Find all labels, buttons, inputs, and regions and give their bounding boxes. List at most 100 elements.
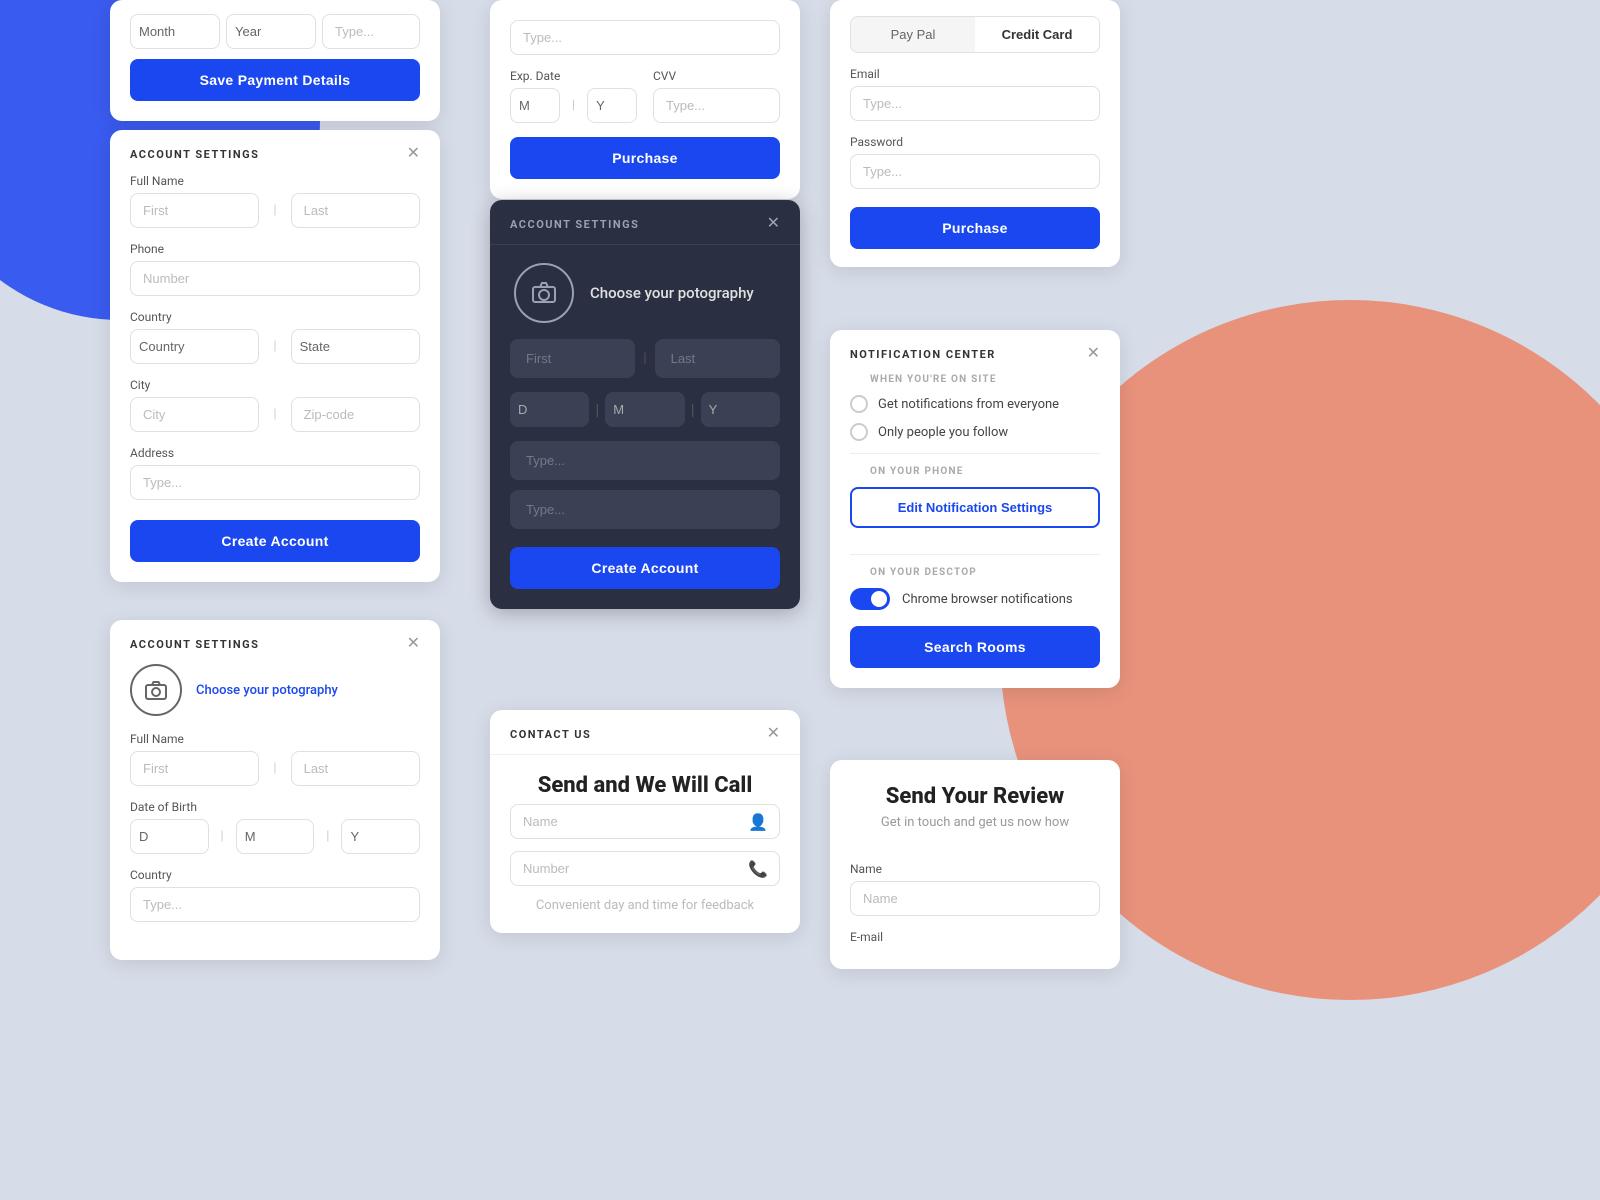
chrome-toggle[interactable] bbox=[850, 588, 890, 610]
on-phone-label: ON YOUR PHONE bbox=[850, 466, 1100, 477]
photo-label-dark: Choose your potography bbox=[590, 284, 754, 302]
convenient-text: Convenient day and time for feedback bbox=[510, 898, 780, 913]
last-name-input[interactable] bbox=[291, 193, 420, 228]
phone-icon: 📞 bbox=[748, 859, 768, 878]
card-type-input[interactable] bbox=[322, 14, 420, 49]
first-name-input[interactable] bbox=[130, 193, 259, 228]
on-site-label: WHEN YOU'RE ON SITE bbox=[850, 374, 1100, 385]
address-input[interactable] bbox=[130, 465, 420, 500]
purchase-button-center[interactable]: Purchase bbox=[510, 137, 780, 179]
contact-us-card: CONTACT US ✕ Send and We Will Call 👤 📞 C… bbox=[490, 710, 800, 933]
account-settings2-title: ACCOUNT SETTINGS bbox=[130, 638, 259, 651]
photo-label-2: Choose your potography bbox=[196, 683, 338, 698]
first-name-input-2[interactable] bbox=[130, 751, 259, 786]
dark-type-input-2[interactable] bbox=[510, 490, 780, 529]
paypal-tab[interactable]: Pay Pal bbox=[851, 17, 975, 52]
review-name-input[interactable] bbox=[850, 881, 1100, 916]
country-label-2: Country bbox=[130, 868, 420, 882]
country-separator: | bbox=[273, 329, 276, 364]
cvv-input[interactable] bbox=[653, 88, 780, 123]
review-subtitle: Get in touch and get us now how bbox=[850, 815, 1100, 830]
dob-label: Date of Birth bbox=[130, 800, 420, 814]
state-select[interactable]: State bbox=[291, 329, 420, 364]
contact-number-input[interactable] bbox=[510, 851, 780, 886]
account-settings-dark-close[interactable]: ✕ bbox=[767, 216, 780, 232]
account-settings-white2-card: ACCOUNT SETTINGS ✕ Choose your potograph… bbox=[110, 620, 440, 960]
email-label-right: Email bbox=[850, 67, 1100, 81]
exp-year-select[interactable]: Y bbox=[587, 88, 637, 123]
credit-card-tab[interactable]: Credit Card bbox=[975, 17, 1099, 52]
month-select-2[interactable]: M bbox=[236, 819, 315, 854]
exp-date-label: Exp. Date bbox=[510, 69, 637, 83]
contact-heading: Send and We Will Call bbox=[510, 773, 780, 798]
name-sep-2: | bbox=[273, 751, 276, 786]
camera-icon-dark bbox=[514, 263, 574, 323]
dark-last-name[interactable] bbox=[655, 339, 780, 378]
radio-circle-1 bbox=[850, 395, 868, 413]
account-settings-close[interactable]: ✕ bbox=[407, 146, 420, 162]
chrome-label: Chrome browser notifications bbox=[902, 592, 1073, 607]
create-account-dark-button[interactable]: Create Account bbox=[510, 547, 780, 589]
payment-right-card: Pay Pal Credit Card Email Password Purch… bbox=[830, 0, 1120, 267]
on-desktop-label: ON YOUR DESCTOP bbox=[850, 567, 1100, 578]
account-settings-dark-title: ACCOUNT SETTINGS bbox=[510, 218, 639, 231]
cvv-label: CVV bbox=[653, 69, 780, 83]
year-select[interactable]: Year bbox=[226, 14, 316, 49]
save-payment-button[interactable]: Save Payment Details bbox=[130, 59, 420, 101]
address-label: Address bbox=[130, 446, 420, 460]
country-select[interactable]: Country bbox=[130, 329, 259, 364]
radio-label-2: Only people you follow bbox=[878, 425, 1008, 440]
city-input[interactable] bbox=[130, 397, 259, 432]
photo-picker-2[interactable]: Choose your potography bbox=[110, 664, 440, 716]
email-input-right[interactable] bbox=[850, 86, 1100, 121]
radio-circle-2 bbox=[850, 423, 868, 441]
full-name-label-2: Full Name bbox=[130, 732, 420, 746]
password-label-right: Password bbox=[850, 135, 1100, 149]
account-settings-title: ACCOUNT SETTINGS bbox=[130, 148, 259, 161]
purchase-button-right[interactable]: Purchase bbox=[850, 207, 1100, 249]
phone-input[interactable] bbox=[130, 261, 420, 296]
city-label: City bbox=[130, 378, 420, 392]
review-heading: Send Your Review bbox=[850, 784, 1100, 809]
contact-us-title: CONTACT US bbox=[510, 728, 591, 741]
year-select-2[interactable]: Y bbox=[341, 819, 420, 854]
dark-day-select[interactable]: D bbox=[510, 392, 589, 427]
exp-month-select[interactable]: M bbox=[510, 88, 560, 123]
dark-month-select[interactable]: M bbox=[605, 392, 684, 427]
send-review-card: Send Your Review Get in touch and get us… bbox=[830, 760, 1120, 969]
notification-center-card: NOTIFICATION CENTER ✕ WHEN YOU'RE ON SIT… bbox=[830, 330, 1120, 688]
country-type-input[interactable] bbox=[130, 887, 420, 922]
account-settings2-close[interactable]: ✕ bbox=[407, 636, 420, 652]
photo-picker-dark[interactable]: Choose your potography bbox=[490, 245, 800, 339]
radio-follow[interactable]: Only people you follow bbox=[850, 423, 1100, 441]
contact-us-close[interactable]: ✕ bbox=[767, 726, 780, 742]
payment-center-card: Exp. Date M | Y CVV Purchase bbox=[490, 0, 800, 199]
phone-label: Phone bbox=[130, 242, 420, 256]
radio-everyone[interactable]: Get notifications from everyone bbox=[850, 395, 1100, 413]
month-select[interactable]: Month bbox=[130, 14, 220, 49]
edit-notification-button[interactable]: Edit Notification Settings bbox=[850, 487, 1100, 528]
radio-label-1: Get notifications from everyone bbox=[878, 397, 1059, 412]
create-account-button-1[interactable]: Create Account bbox=[130, 520, 420, 562]
review-name-label: Name bbox=[850, 862, 1100, 876]
zip-input[interactable] bbox=[291, 397, 420, 432]
account-settings-white-card: ACCOUNT SETTINGS ✕ Full Name | Phone Cou… bbox=[110, 130, 440, 582]
city-separator: | bbox=[273, 397, 276, 432]
dark-year-select[interactable]: Y bbox=[701, 392, 780, 427]
name-separator: | bbox=[273, 193, 276, 228]
last-name-input-2[interactable] bbox=[291, 751, 420, 786]
dark-first-name[interactable] bbox=[510, 339, 635, 378]
review-email-label: E-mail bbox=[850, 930, 1100, 944]
card-number-input[interactable] bbox=[510, 20, 780, 55]
day-select-2[interactable]: D bbox=[130, 819, 209, 854]
payment-partial-card: Month Year Save Payment Details bbox=[110, 0, 440, 121]
camera-icon-2 bbox=[130, 664, 182, 716]
dark-type-input-1[interactable] bbox=[510, 441, 780, 480]
person-icon: 👤 bbox=[748, 812, 768, 831]
notification-close[interactable]: ✕ bbox=[1087, 346, 1100, 362]
search-rooms-button[interactable]: Search Rooms bbox=[850, 626, 1100, 668]
notification-title: NOTIFICATION CENTER bbox=[850, 348, 996, 361]
account-settings-dark-card: ACCOUNT SETTINGS ✕ Choose your potograph… bbox=[490, 200, 800, 609]
contact-name-input[interactable] bbox=[510, 804, 780, 839]
password-input-right[interactable] bbox=[850, 154, 1100, 189]
